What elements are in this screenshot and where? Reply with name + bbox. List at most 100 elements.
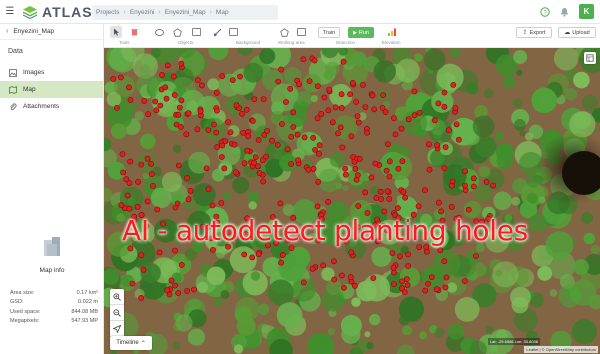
detected-planting-hole[interactable]	[445, 127, 452, 134]
detected-planting-hole[interactable]	[177, 124, 184, 130]
bell-icon[interactable]	[560, 7, 569, 17]
ellipse-tool-button[interactable]	[154, 27, 164, 37]
detected-planting-hole[interactable]	[277, 200, 284, 207]
detected-planting-hole[interactable]	[401, 289, 408, 295]
detected-planting-hole[interactable]	[395, 165, 402, 172]
working-area-rect-button[interactable]	[296, 27, 306, 37]
detected-planting-hole[interactable]	[369, 92, 376, 99]
detected-planting-hole[interactable]	[442, 284, 449, 291]
detected-planting-hole[interactable]	[362, 104, 369, 110]
detected-planting-hole[interactable]	[245, 133, 252, 140]
detected-planting-hole[interactable]	[185, 196, 192, 203]
detected-planting-hole[interactable]	[218, 200, 225, 206]
detected-planting-hole[interactable]	[176, 104, 183, 111]
detected-planting-hole[interactable]	[465, 206, 472, 213]
detected-planting-hole[interactable]	[472, 253, 479, 259]
detected-planting-hole[interactable]	[403, 276, 410, 282]
detected-planting-hole[interactable]	[402, 194, 408, 201]
detected-planting-hole[interactable]	[218, 154, 225, 160]
detected-planting-hole[interactable]	[314, 83, 321, 89]
detected-planting-hole[interactable]	[309, 265, 316, 272]
detected-planting-hole[interactable]	[383, 167, 390, 174]
detected-planting-hole[interactable]	[249, 118, 256, 124]
run-button[interactable]: ▶ Run	[348, 27, 374, 38]
detected-planting-hole[interactable]	[384, 141, 391, 147]
detected-planting-hole[interactable]	[231, 141, 238, 148]
atlas-logo[interactable]: ATLAS	[22, 4, 93, 20]
detected-planting-hole[interactable]	[124, 192, 131, 199]
detected-planting-hole[interactable]	[283, 99, 289, 105]
detected-planting-hole[interactable]	[389, 250, 396, 256]
detected-planting-hole[interactable]	[416, 109, 423, 116]
detected-planting-hole[interactable]	[372, 160, 379, 167]
detected-planting-hole[interactable]	[150, 182, 156, 189]
train-button[interactable]: Train	[318, 27, 340, 38]
detected-planting-hole[interactable]	[368, 174, 375, 181]
detected-planting-hole[interactable]	[425, 280, 431, 287]
working-area-polygon-button[interactable]	[279, 27, 289, 37]
detected-planting-hole[interactable]	[329, 119, 336, 126]
detected-planting-hole[interactable]	[400, 189, 407, 195]
detected-planting-hole[interactable]	[290, 124, 297, 130]
detected-planting-hole[interactable]	[384, 188, 391, 195]
detected-planting-hole[interactable]	[255, 251, 262, 257]
detected-planting-hole[interactable]	[205, 186, 212, 193]
detected-planting-hole[interactable]	[233, 102, 240, 109]
detected-planting-hole[interactable]	[251, 96, 258, 102]
detected-planting-hole[interactable]	[255, 163, 261, 170]
detected-planting-hole[interactable]	[354, 172, 361, 178]
detected-planting-hole[interactable]	[241, 160, 248, 167]
detected-planting-hole[interactable]	[156, 249, 163, 256]
detected-planting-hole[interactable]	[348, 133, 355, 139]
detected-planting-hole[interactable]	[213, 89, 220, 96]
detected-planting-hole[interactable]	[326, 86, 333, 93]
detected-planting-hole[interactable]	[370, 275, 377, 281]
detected-planting-hole[interactable]	[225, 119, 232, 125]
detected-planting-hole[interactable]	[338, 272, 345, 279]
detected-planting-hole[interactable]	[423, 248, 430, 255]
detected-planting-hole[interactable]	[450, 82, 457, 88]
export-button[interactable]: ⇪ Export	[516, 27, 552, 38]
help-icon[interactable]: ?	[540, 6, 550, 17]
select-tool-button[interactable]	[110, 26, 122, 38]
detected-planting-hole[interactable]	[210, 246, 216, 253]
detected-planting-hole[interactable]	[203, 165, 210, 172]
menu-icon[interactable]: ☰	[0, 6, 20, 17]
detected-planting-hole[interactable]	[390, 115, 397, 121]
detected-planting-hole[interactable]	[351, 282, 358, 289]
zoom-in-button[interactable]	[110, 289, 124, 305]
detected-planting-hole[interactable]	[170, 73, 177, 80]
detected-planting-hole[interactable]	[126, 205, 133, 212]
detected-planting-hole[interactable]	[422, 287, 429, 294]
detected-planting-hole[interactable]	[321, 94, 328, 101]
detected-planting-hole[interactable]	[311, 57, 318, 64]
detected-planting-hole[interactable]	[371, 106, 378, 113]
detected-planting-hole[interactable]	[140, 266, 147, 273]
detected-planting-hole[interactable]	[461, 182, 468, 189]
detected-planting-hole[interactable]	[441, 89, 448, 96]
detected-planting-hole[interactable]	[138, 161, 145, 168]
detected-planting-hole[interactable]	[386, 173, 393, 180]
detected-planting-hole[interactable]	[229, 77, 236, 83]
detected-planting-hole[interactable]	[244, 147, 251, 154]
detected-planting-hole[interactable]	[448, 182, 455, 189]
detected-planting-hole[interactable]	[300, 279, 307, 286]
chevron-left-icon[interactable]: ‹	[6, 28, 8, 35]
detected-planting-hole[interactable]	[194, 126, 201, 133]
breadcrumb-project[interactable]: Enyezini	[126, 9, 159, 16]
detected-planting-hole[interactable]	[152, 98, 159, 105]
detected-planting-hole[interactable]	[399, 158, 406, 165]
detected-planting-hole[interactable]	[288, 161, 294, 167]
brush-tool-button[interactable]	[212, 27, 222, 37]
detected-planting-hole[interactable]	[259, 157, 266, 164]
detected-planting-hole[interactable]	[325, 198, 331, 205]
detected-planting-hole[interactable]	[470, 175, 477, 182]
detected-planting-hole[interactable]	[138, 252, 145, 258]
detected-planting-hole[interactable]	[256, 170, 263, 176]
detected-planting-hole[interactable]	[441, 165, 448, 171]
detected-planting-hole[interactable]	[227, 129, 234, 136]
detected-planting-hole[interactable]	[452, 105, 459, 111]
detected-planting-hole[interactable]	[175, 162, 182, 169]
detected-planting-hole[interactable]	[443, 274, 450, 281]
detected-planting-hole[interactable]	[386, 195, 393, 202]
